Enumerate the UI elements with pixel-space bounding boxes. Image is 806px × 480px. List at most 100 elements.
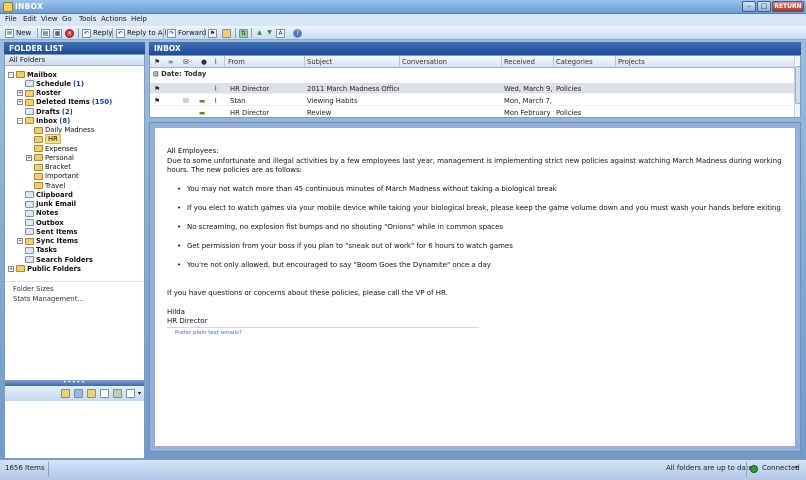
configure-buttons-icon[interactable]: ▾ (138, 390, 141, 397)
folder-icon (25, 89, 34, 97)
reply-all-button[interactable]: ↶ Reply to All (115, 27, 168, 39)
folder-item[interactable]: + Sync Items (17, 237, 78, 246)
help-button[interactable]: ? (292, 27, 303, 39)
reply-button[interactable]: ↶ Reply (81, 27, 113, 39)
flag-icon[interactable]: ⚑ (154, 85, 160, 93)
folder-item[interactable]: Junk Email (17, 200, 76, 209)
mail-icon[interactable] (61, 389, 70, 398)
folder-label: HR (45, 134, 61, 145)
folder-item[interactable]: Sent Items (17, 227, 77, 236)
expand-icon[interactable]: + (17, 90, 23, 96)
menu-tools[interactable]: Tools (79, 15, 96, 23)
folder-item[interactable]: + Public Folders (8, 264, 81, 273)
folder-item[interactable]: Search Folders (17, 255, 93, 264)
flag-icon[interactable]: ⚑ (154, 97, 160, 105)
maximize-button[interactable]: □ (757, 1, 771, 12)
new-button[interactable]: ✉ New (4, 27, 32, 39)
message-row[interactable]: ⚑ ✉ ▬ ⌇ Stan Viewing Habits Mon, March 7… (150, 95, 794, 106)
move-button[interactable]: ▦ (52, 27, 63, 39)
journal-icon[interactable] (126, 389, 135, 398)
folder-item[interactable]: Schedule (1) (17, 79, 84, 88)
forward-button[interactable]: ↷ Forward (166, 27, 207, 39)
connection-menu-icon[interactable]: ▾ (795, 464, 798, 471)
folder-item[interactable]: + Personal (26, 153, 74, 162)
menu-file[interactable]: File (5, 15, 17, 23)
menu-view[interactable]: View (41, 15, 58, 23)
calendar-icon[interactable] (74, 389, 83, 398)
col-categories[interactable]: Categories (556, 58, 593, 66)
arrow-up-icon: ▲ (257, 28, 262, 36)
menu-help[interactable]: Help (131, 15, 147, 23)
folder-item[interactable]: Notes (17, 209, 58, 218)
connection-icon (750, 465, 758, 473)
print-button[interactable]: ▤ (40, 27, 51, 39)
signature-name: Hilda (167, 308, 185, 316)
folder-item[interactable]: - Mailbox (8, 70, 57, 79)
sync-status: All folders are up to date. (666, 464, 756, 472)
delete-button[interactable]: × (64, 27, 75, 39)
collapse-icon[interactable]: - (8, 71, 14, 78)
folder-item[interactable]: Drafts (2) (17, 107, 73, 116)
folder-sizes-link[interactable]: Folder Sizes (13, 285, 54, 293)
folder-icon (25, 219, 34, 226)
folder-item[interactable]: HR (26, 134, 61, 145)
col-received[interactable]: Received (504, 58, 535, 66)
expand-icon[interactable]: + (8, 265, 14, 272)
stats-management-link[interactable]: Stats Management... (13, 295, 84, 303)
sendreceive-button[interactable]: ⇅ (238, 27, 249, 39)
expand-icon[interactable]: + (26, 154, 32, 161)
return-button[interactable]: RETURN (772, 1, 804, 12)
plain-text-link[interactable]: Prefer plain text emails? (175, 330, 242, 336)
col-projects[interactable]: Projects (618, 58, 645, 66)
folder-label: Clipboard (36, 190, 73, 199)
attachment-column-icon[interactable]: ∞ (168, 58, 174, 66)
notes-icon[interactable] (100, 389, 109, 398)
find-button[interactable]: A (275, 27, 286, 39)
group-date-today[interactable]: ⊟ Date: Today (150, 69, 794, 79)
col-from[interactable]: From (228, 58, 245, 66)
col-conversation[interactable]: Conversation (402, 58, 447, 66)
minimize-button[interactable]: – (742, 1, 756, 12)
folder-item[interactable]: Expenses (26, 144, 77, 153)
col-subject[interactable]: Subject (307, 58, 332, 66)
folder-label: Mailbox (27, 70, 57, 79)
expand-icon[interactable]: + (17, 238, 23, 244)
folder-item[interactable]: Outbox (17, 218, 64, 227)
flag-column-icon[interactable]: ⚑ (154, 58, 160, 66)
folder-item[interactable]: Tasks (17, 246, 57, 255)
expand-icon[interactable]: + (17, 99, 23, 106)
delete-icon: × (65, 28, 74, 38)
folder-button[interactable] (221, 27, 232, 39)
tasks-icon[interactable] (113, 389, 122, 398)
message-row[interactable]: ⚑ ⌇ HR Director 2011 March Madness Offic… (150, 83, 794, 94)
bullet-icon: • (177, 185, 182, 193)
importance-column-icon[interactable]: ● (201, 58, 207, 66)
folder-label: Sync Items (36, 237, 79, 245)
message-row[interactable]: ▬ HR Director Review Mon February Polici… (150, 107, 794, 117)
collapse-icon[interactable]: - (17, 117, 23, 124)
folder-item[interactable]: Bracket (26, 163, 71, 172)
all-folders-dropdown[interactable]: All Folders (5, 55, 144, 66)
flag-button[interactable]: ⚑ (207, 27, 218, 39)
folder-item[interactable]: Clipboard (17, 190, 73, 199)
arrow-down-icon: ▼ (267, 28, 272, 36)
signature-divider (167, 327, 479, 328)
folder-label: Daily Madness (45, 126, 95, 134)
folder-item[interactable]: + Deleted Items (150) (17, 98, 112, 107)
folder-item[interactable]: - Inbox (8) (17, 116, 70, 125)
signature-title: HR Director (167, 317, 208, 325)
folder-item[interactable]: + Roster (17, 89, 61, 98)
menu-go[interactable]: Go (62, 15, 72, 23)
policy-item: You're not only allowed, but encouraged … (187, 261, 491, 269)
clip-column-icon[interactable]: ⌇ (214, 58, 217, 66)
message-list-scrollbar[interactable] (794, 56, 800, 117)
reply-status-icon: ▬ (199, 97, 206, 105)
contacts-icon[interactable] (87, 389, 96, 398)
read-column-icon[interactable]: ✉ (183, 58, 189, 66)
menu-actions[interactable]: Actions (101, 15, 127, 23)
menu-edit[interactable]: Edit (23, 15, 37, 23)
folder-item[interactable]: Important (26, 172, 79, 181)
folder-item[interactable]: Travel (26, 181, 65, 190)
folder-item[interactable]: Daily Madness (26, 126, 94, 135)
down-button[interactable]: ▼ (264, 27, 275, 39)
